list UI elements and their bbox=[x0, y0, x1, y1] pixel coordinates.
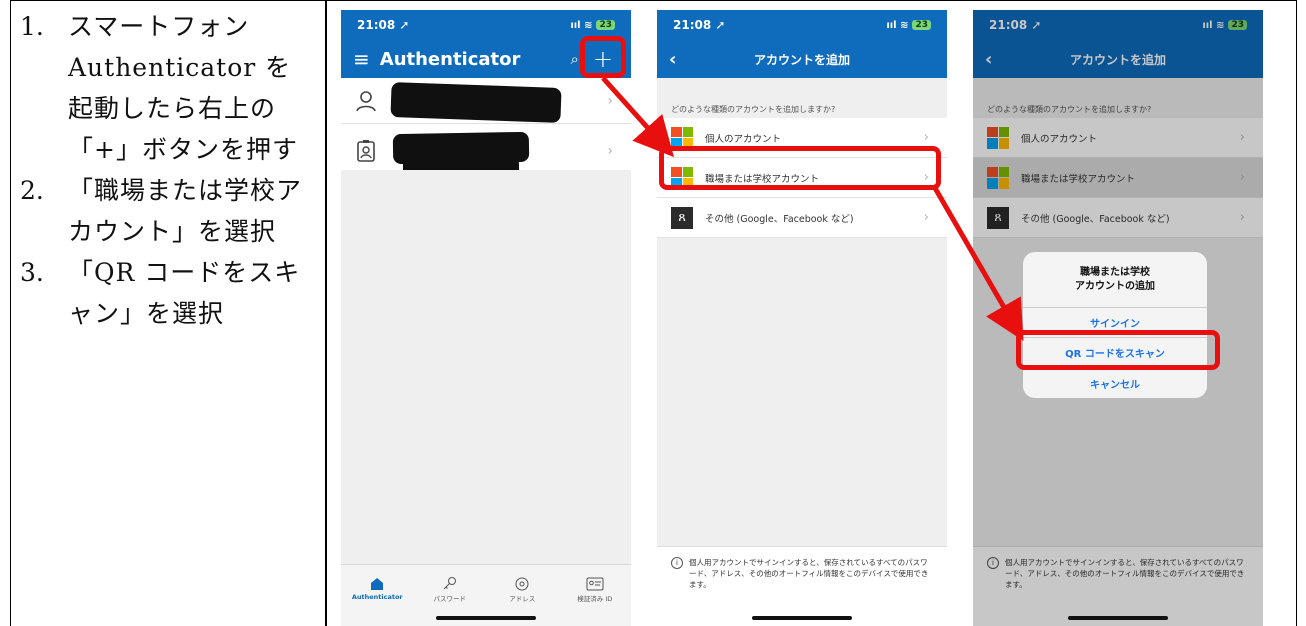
tab-label: Authenticator bbox=[351, 593, 403, 601]
nav-bar: ‹ アカウントを追加 bbox=[657, 40, 947, 78]
phone-screen-add-work-account-dialog: 21:08 ➚ ııl ≋ 23 ‹ アカウントを追加 どのような種類のアカウント… bbox=[973, 10, 1263, 626]
signal-icon: ııl ≋ bbox=[570, 19, 593, 31]
battery-icon: 23 bbox=[596, 20, 615, 30]
empty-area bbox=[341, 170, 631, 626]
highlight-add-button bbox=[580, 36, 626, 78]
step-number: 2. bbox=[20, 176, 44, 205]
add-work-account-dialog: 職場または学校 アカウントの追加 サインイン QR コードをスキャン キャンセル bbox=[1023, 252, 1207, 398]
chevron-right-icon: › bbox=[923, 210, 929, 225]
step-text: 「QR コードをスキャン」を選択 bbox=[68, 258, 301, 328]
chevron-right-icon: › bbox=[923, 130, 929, 145]
page-title: アカウントを追加 bbox=[753, 52, 850, 67]
phone-screen-add-account: 21:08 ➚ ııl ≋ 23 ‹ アカウントを追加 どのような種類のアカウント… bbox=[657, 10, 947, 626]
person-icon bbox=[356, 90, 376, 111]
home-indicator bbox=[752, 616, 852, 620]
phone-screen-authenticator: 21:08 ➚ ııl ≋ 23 ≡ Authenticator ⌕ + › › … bbox=[341, 10, 631, 626]
back-chevron-icon[interactable]: ‹ bbox=[669, 49, 676, 70]
tab-label: 検証済み ID bbox=[577, 595, 613, 603]
chevron-right-icon: › bbox=[607, 92, 613, 109]
status-bar: 21:08 ➚ ııl ≋ 23 bbox=[657, 10, 947, 40]
tab-label: パスワード bbox=[433, 595, 467, 603]
tab-authenticator[interactable]: Authenticator bbox=[348, 575, 406, 626]
redacted-scribble bbox=[390, 82, 562, 123]
instruction-steps: 1. スマートフォン Authenticator を起動したら右上の「+」ボタン… bbox=[20, 6, 315, 334]
option-label: 個人のアカウント bbox=[705, 133, 782, 145]
cancel-button[interactable]: キャンセル bbox=[1023, 368, 1207, 398]
table-divider bbox=[325, 0, 327, 626]
highlight-scan-qr bbox=[1016, 330, 1220, 370]
home-indicator bbox=[1068, 616, 1168, 620]
info-icon: i bbox=[671, 557, 683, 569]
highlight-work-school-option bbox=[659, 146, 941, 190]
tab-verified-ids[interactable]: 検証済み ID bbox=[566, 575, 624, 626]
step-2: 2. 「職場または学校アカウント」を選択 bbox=[20, 170, 315, 252]
person-icon: ጸ bbox=[671, 206, 693, 229]
step-number: 1. bbox=[20, 12, 44, 41]
location-pin-icon bbox=[515, 577, 529, 591]
step-text: スマートフォン Authenticator を起動したら右上の「+」ボタンを押す bbox=[68, 12, 298, 164]
option-other-account[interactable]: ጸ その他 (Google、Facebook など) › bbox=[657, 198, 947, 238]
tab-label: アドレス bbox=[509, 595, 536, 603]
step-number: 3. bbox=[20, 258, 44, 287]
info-footer: i 個人用アカウントでサインインすると、保存されているすべてのパスワード、アドレ… bbox=[657, 546, 947, 626]
battery-icon: 23 bbox=[912, 20, 931, 30]
step-3: 3. 「QR コードをスキャン」を選択 bbox=[20, 252, 315, 334]
status-time: 21:08 ➚ bbox=[357, 18, 410, 32]
home-icon bbox=[371, 578, 384, 590]
search-icon[interactable]: ⌕ bbox=[570, 50, 578, 68]
chevron-right-icon: › bbox=[607, 142, 613, 159]
option-label: その他 (Google、Facebook など) bbox=[705, 213, 854, 225]
id-badge-icon bbox=[357, 139, 375, 162]
step-1: 1. スマートフォン Authenticator を起動したら右上の「+」ボタン… bbox=[20, 6, 315, 170]
app-title: Authenticator bbox=[379, 48, 521, 70]
menu-icon[interactable]: ≡ bbox=[353, 47, 370, 71]
step-text: 「職場または学校アカウント」を選択 bbox=[68, 176, 303, 246]
home-indicator bbox=[436, 616, 536, 620]
dialog-title-line: アカウントの追加 bbox=[1075, 280, 1155, 292]
id-card-icon bbox=[586, 577, 604, 591]
dialog-title-line: 職場または学校 bbox=[1080, 266, 1150, 278]
status-time: 21:08 ➚ bbox=[673, 18, 726, 32]
dialog-title: 職場または学校 アカウントの追加 bbox=[1023, 252, 1207, 308]
key-icon bbox=[443, 577, 456, 590]
prompt-text: どのような種類のアカウントを追加しますか? bbox=[671, 105, 836, 114]
signal-icon: ııl ≋ bbox=[886, 19, 909, 31]
